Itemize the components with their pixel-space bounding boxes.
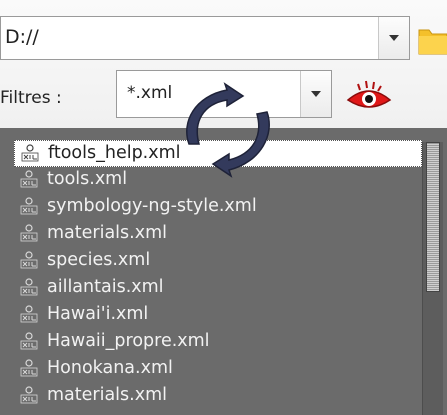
file-name: Honokana.xml	[47, 358, 173, 378]
filter-dropdown-button[interactable]	[300, 71, 331, 117]
filter-label: Filtres :	[0, 88, 62, 108]
xml-file-icon	[20, 359, 38, 377]
file-name: materials.xml	[47, 385, 167, 405]
file-list-item[interactable]: aillantais.xml	[14, 275, 422, 302]
folder-icon	[418, 29, 447, 55]
chevron-down-icon	[389, 35, 399, 41]
preview-toggle-button[interactable]	[344, 78, 394, 116]
file-name: Hawai'i.xml	[47, 304, 149, 324]
xml-file-icon	[20, 197, 38, 215]
file-list-item[interactable]: Hawai'i.xml	[14, 302, 422, 329]
file-list-item[interactable]: Honokana.xml	[14, 356, 422, 383]
xml-file-icon	[20, 332, 38, 350]
file-list-item[interactable]: materials.xml	[14, 221, 422, 248]
path-combobox[interactable]: D://	[0, 16, 410, 60]
xml-file-icon	[20, 224, 38, 242]
eye-icon	[346, 80, 392, 108]
vertical-scrollbar[interactable]	[422, 142, 443, 415]
xml-file-icon	[20, 170, 38, 188]
scrollbar-thumb[interactable]	[426, 142, 440, 292]
browse-folder-button[interactable]	[417, 18, 447, 60]
file-name: Hawaii_propre.xml	[47, 331, 210, 351]
file-list-item[interactable]: species.xml	[14, 248, 422, 275]
xml-file-icon	[20, 305, 38, 323]
chevron-down-icon	[311, 91, 321, 97]
file-name: materials.xml	[47, 223, 167, 243]
xml-file-icon	[20, 278, 38, 296]
path-value[interactable]: D://	[5, 26, 39, 48]
xml-file-icon	[21, 144, 39, 162]
refresh-icon[interactable]	[175, 82, 285, 182]
filter-value[interactable]: *.xml	[127, 83, 172, 103]
file-name: aillantais.xml	[47, 277, 164, 297]
file-name: symbology-ng-style.xml	[47, 196, 257, 216]
file-list-item[interactable]: Hawaii_propre.xml	[14, 329, 422, 356]
file-name: ftools_help.xml	[48, 143, 181, 163]
path-dropdown-button[interactable]	[378, 17, 409, 59]
xml-file-icon	[20, 386, 38, 404]
file-name: tools.xml	[47, 169, 128, 189]
file-list-item[interactable]: materials.xml	[14, 383, 422, 410]
file-list-item[interactable]: symbology-ng-style.xml	[14, 194, 422, 221]
xml-file-icon	[20, 251, 38, 269]
file-name: species.xml	[47, 250, 151, 270]
